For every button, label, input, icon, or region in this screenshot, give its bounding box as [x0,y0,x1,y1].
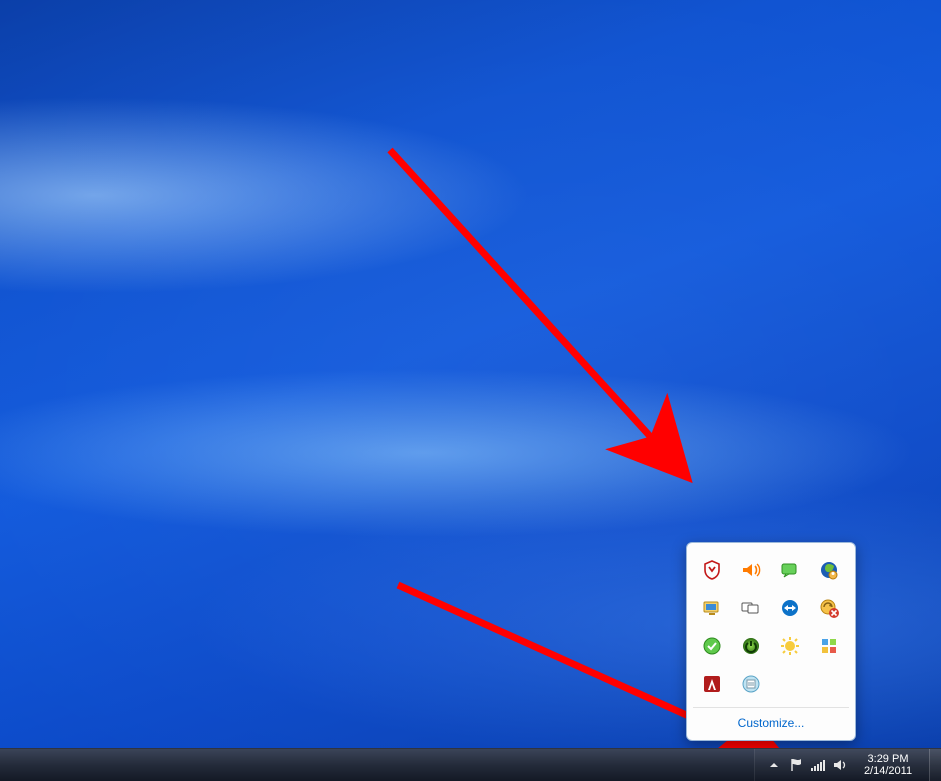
weather-sun-icon[interactable] [775,631,805,661]
mcafee-shield-icon[interactable] [697,555,727,585]
action-center-flag-icon[interactable] [787,756,805,774]
taskbar-clock[interactable]: 3:29 PM 2/14/2011 [853,753,923,777]
volume-icon[interactable] [831,756,849,774]
network-signal-icon[interactable] [809,756,827,774]
adobe-icon[interactable] [697,669,727,699]
desktop[interactable]: Customize... 3:29 PM 2/14/2011 [0,0,941,781]
volume-mixer-icon[interactable] [736,555,766,585]
user-globe-icon[interactable] [814,555,844,585]
system-tray: 3:29 PM 2/14/2011 [754,749,929,781]
display-icon[interactable] [697,593,727,623]
chat-icon[interactable] [775,555,805,585]
clock-time: 3:29 PM [868,753,909,765]
system-tray-overflow-popup: Customize... [686,542,856,741]
taskbar: 3:29 PM 2/14/2011 [0,748,941,781]
clock-date: 2/14/2011 [864,765,912,777]
notes-icon[interactable] [736,669,766,699]
check-ok-icon[interactable] [697,631,727,661]
widgets-icon[interactable] [814,631,844,661]
show-desktop-button[interactable] [929,749,941,781]
update-error-icon[interactable] [814,593,844,623]
popup-icon-grid [693,549,849,707]
customize-link[interactable]: Customize... [693,708,849,740]
dual-monitor-icon[interactable] [736,593,766,623]
show-hidden-icons-button[interactable] [765,756,783,774]
team-viewer-icon[interactable] [775,593,805,623]
power-icon[interactable] [736,631,766,661]
